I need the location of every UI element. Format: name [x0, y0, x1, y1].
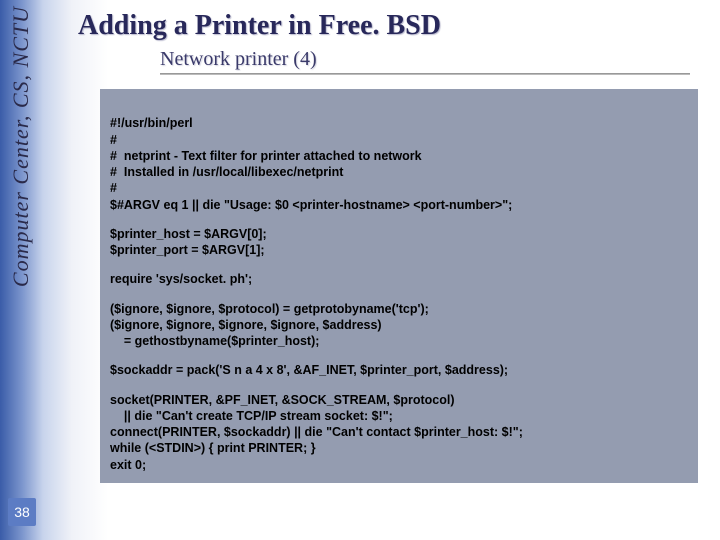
code-segment: $sockaddr = pack('S n a 4 x 8', &AF_INET… [110, 362, 688, 378]
code-segment: require 'sys/socket. ph'; [110, 271, 688, 287]
sidebar-org-label: Computer Center, CS, NCTU [8, 6, 34, 287]
code-segment: #!/usr/bin/perl # # netprint - Text filt… [110, 115, 688, 213]
slide-title: Adding a Printer in Free. BSD [78, 10, 720, 42]
code-segment: ($ignore, $ignore, $protocol) = getproto… [110, 301, 688, 350]
code-block: #!/usr/bin/perl # # netprint - Text filt… [100, 89, 698, 483]
title-divider [160, 73, 690, 75]
slide-content: Adding a Printer in Free. BSD Network pr… [60, 0, 720, 483]
slide-subtitle: Network printer (4) [160, 48, 720, 71]
code-segment: $printer_host = $ARGV[0]; $printer_port … [110, 226, 688, 259]
page-number-badge: 38 [8, 498, 36, 526]
code-segment: socket(PRINTER, &PF_INET, &SOCK_STREAM, … [110, 392, 688, 473]
